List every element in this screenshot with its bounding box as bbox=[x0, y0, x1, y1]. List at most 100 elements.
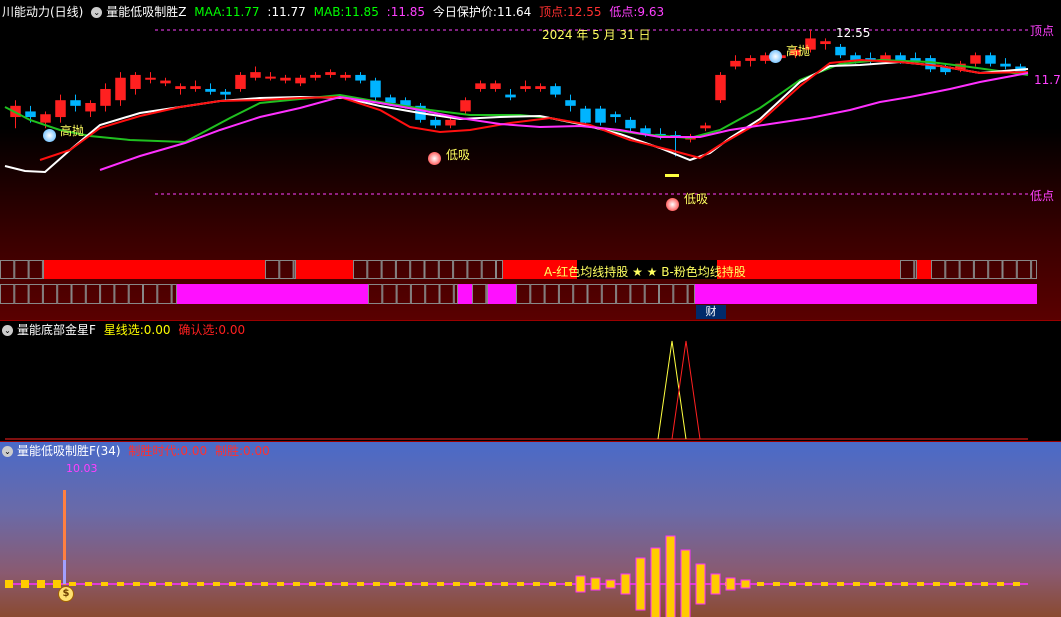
volume-dash bbox=[309, 582, 316, 586]
volume-burst-bar bbox=[680, 549, 691, 617]
volume-dash bbox=[421, 582, 428, 586]
star-indicator-panel[interactable]: ⌄ 量能底部金星F 星线选:0.00 确认选:0.00 bbox=[0, 321, 1061, 441]
volume-dash bbox=[277, 582, 284, 586]
sell-signal-icon bbox=[43, 129, 56, 142]
candle-body bbox=[475, 83, 486, 89]
candle-body bbox=[295, 77, 306, 84]
confirm-line bbox=[671, 340, 701, 440]
green-ma-line bbox=[4, 58, 1029, 144]
star-indicator-chart bbox=[5, 340, 1028, 440]
volume-indicator-panel[interactable]: ⌄ 量能低吸制胜F(34) 制胜时代:0.00 制胜:0.00 10.03 $ bbox=[0, 442, 1061, 617]
candle-body bbox=[25, 111, 36, 118]
buy-signal-icon bbox=[428, 152, 441, 165]
volume-burst-bar bbox=[710, 573, 721, 595]
candle-body bbox=[190, 86, 201, 89]
volume-dash bbox=[981, 582, 988, 586]
volume-dash bbox=[885, 582, 892, 586]
volume-dash bbox=[485, 582, 492, 586]
volume-burst-bar bbox=[695, 563, 706, 605]
volume-dash bbox=[1013, 582, 1020, 586]
candle-body bbox=[490, 83, 501, 89]
candle-body bbox=[820, 41, 831, 45]
volume-dash bbox=[773, 582, 780, 586]
candle-body bbox=[715, 74, 726, 101]
candle-body bbox=[325, 72, 336, 75]
volume-dash bbox=[501, 582, 508, 586]
volume-dash bbox=[389, 582, 396, 586]
volume-dash bbox=[469, 582, 476, 586]
volume-dash bbox=[261, 582, 268, 586]
volume-dash bbox=[405, 582, 412, 586]
volume-dash bbox=[5, 580, 13, 588]
red-ma-line bbox=[39, 58, 1029, 161]
volume-dash bbox=[53, 580, 61, 588]
volume-dash bbox=[357, 582, 364, 586]
volume-dash bbox=[21, 580, 29, 588]
candle-body bbox=[115, 77, 126, 101]
volume-burst-bar bbox=[590, 577, 601, 591]
spike-bar bbox=[63, 560, 66, 584]
star-line bbox=[657, 340, 687, 440]
volume-dash bbox=[325, 582, 332, 586]
volume-dash bbox=[373, 582, 380, 586]
candle-body bbox=[430, 119, 441, 126]
volume-dash bbox=[869, 582, 876, 586]
volume-dash bbox=[181, 582, 188, 586]
candle-body bbox=[355, 74, 366, 81]
candle-body bbox=[835, 46, 846, 56]
candlestick-chart[interactable] bbox=[0, 0, 1061, 320]
volume-dash bbox=[437, 582, 444, 586]
volume-indicator-chart bbox=[5, 490, 1028, 617]
candle-body bbox=[1000, 63, 1011, 67]
volume-dash bbox=[821, 582, 828, 586]
candle-body bbox=[250, 72, 261, 78]
candle-body bbox=[85, 103, 96, 112]
right-bottom-label: 低点 bbox=[1030, 189, 1055, 203]
volume-burst-bar bbox=[725, 577, 736, 591]
volume-dash bbox=[549, 582, 556, 586]
volume-burst-bar bbox=[740, 579, 751, 589]
right-price-label: 11.750 bbox=[1034, 73, 1061, 87]
candle-body bbox=[610, 114, 621, 118]
volume-burst-bar bbox=[665, 535, 676, 617]
volume-dash bbox=[165, 582, 172, 586]
candle-body bbox=[265, 76, 276, 79]
volume-dash bbox=[293, 582, 300, 586]
volume-dash bbox=[837, 582, 844, 586]
volume-dash bbox=[341, 582, 348, 586]
main-chart-panel[interactable]: 川能动力(日线) ⌄ 量能低吸制胜Z MAA:11.77 :11.77 MAB:1… bbox=[0, 0, 1061, 320]
sell-signal-label: 高抛 bbox=[786, 44, 811, 58]
candle-body bbox=[745, 58, 756, 61]
volume-dash bbox=[245, 582, 252, 586]
candle-body bbox=[535, 86, 546, 89]
volume-dash bbox=[85, 582, 92, 586]
candle-body bbox=[595, 108, 606, 123]
volume-dash bbox=[213, 582, 220, 586]
candle-body bbox=[310, 74, 321, 78]
volume-dash bbox=[101, 582, 108, 586]
volume-dash bbox=[853, 582, 860, 586]
volume-dash bbox=[69, 582, 76, 586]
candle-body bbox=[70, 100, 81, 106]
right-top-label: 顶点 bbox=[1030, 24, 1055, 38]
candle-body bbox=[985, 55, 996, 64]
candle-body bbox=[205, 88, 216, 92]
volume-burst-bar bbox=[620, 573, 631, 595]
volume-dash bbox=[533, 582, 540, 586]
volume-dash bbox=[901, 582, 908, 586]
buy-signal-icon bbox=[666, 198, 679, 211]
cai-badge[interactable]: 财 bbox=[696, 305, 726, 319]
volume-dash bbox=[757, 582, 764, 586]
sell-signal-label: 高抛 bbox=[60, 124, 85, 138]
volume-dash bbox=[805, 582, 812, 586]
candle-body bbox=[520, 86, 531, 89]
volume-dash bbox=[149, 582, 156, 586]
sell-signal-icon bbox=[769, 50, 782, 63]
band-label: A-红色均线持股 ★ ★ B-粉色均线持股 bbox=[544, 265, 746, 279]
candle-body bbox=[700, 125, 711, 129]
candle-body bbox=[340, 74, 351, 78]
volume-dash bbox=[453, 582, 460, 586]
volume-dash bbox=[997, 582, 1004, 586]
volume-burst-bar bbox=[650, 547, 661, 617]
candle-body bbox=[550, 86, 561, 95]
